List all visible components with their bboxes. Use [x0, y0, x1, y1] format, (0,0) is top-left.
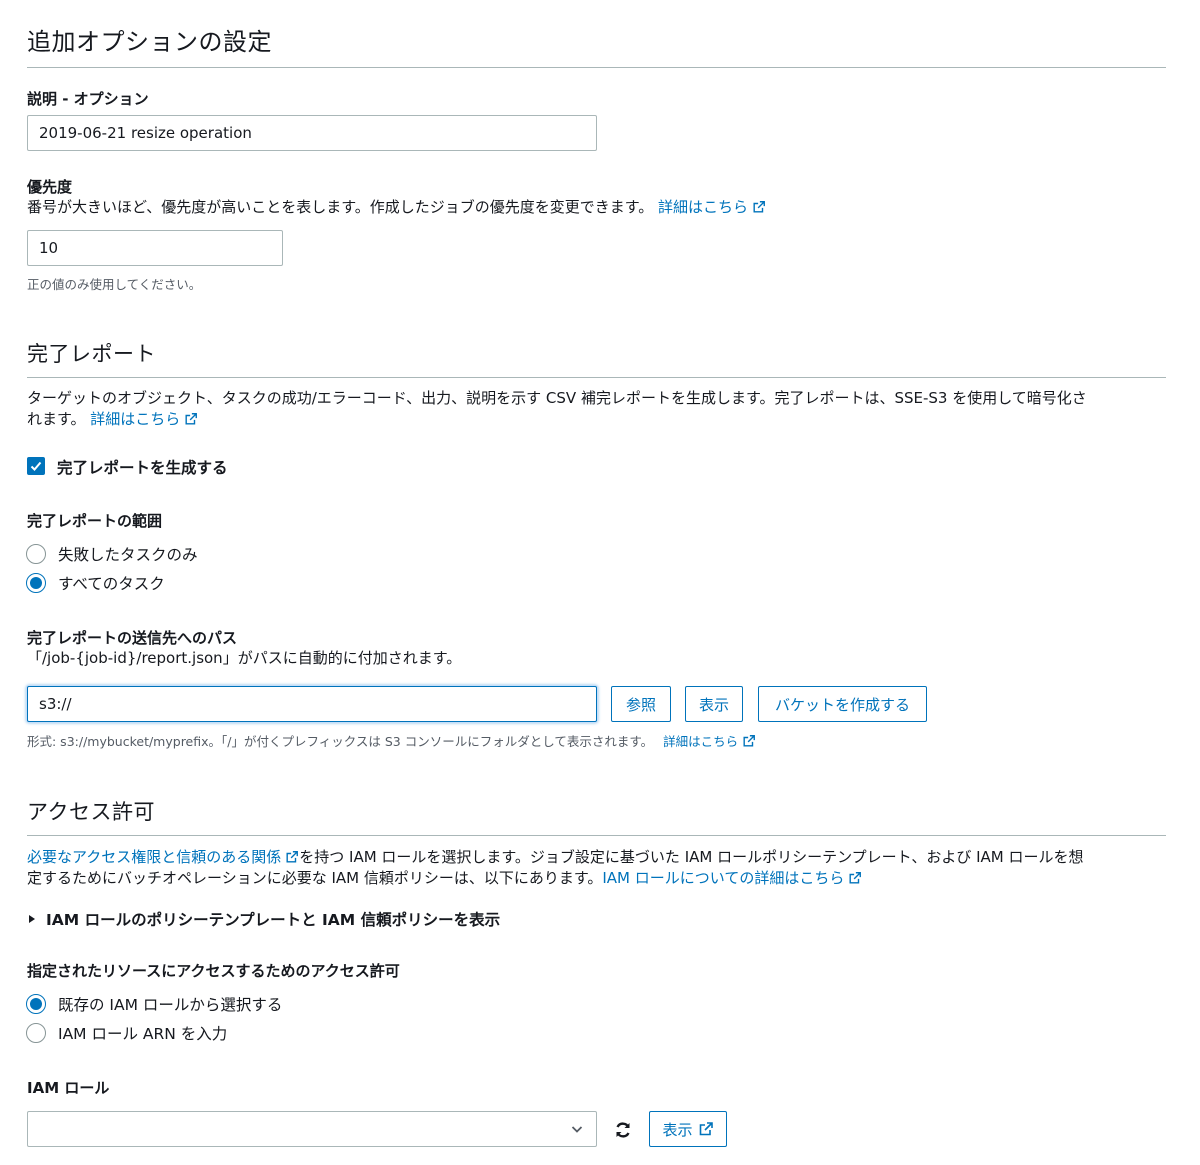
external-link-icon — [286, 851, 299, 863]
external-link-icon — [743, 735, 756, 747]
refresh-button[interactable] — [611, 1118, 635, 1142]
divider — [27, 377, 1166, 378]
chevron-down-icon — [571, 1126, 583, 1133]
policy-template-expander-label: IAM ロールのポリシーテンプレートと IAM 信頼ポリシーを表示 — [46, 911, 501, 929]
completion-report-desc-line1: ターゲットのオブジェクト、タスクの成功/エラーコード、出力、説明を示す CSV … — [27, 389, 1087, 407]
external-link-icon — [849, 872, 862, 884]
priority-learn-more-link[interactable]: 詳細はこちら — [658, 198, 766, 216]
iam-role-view-label: 表示 — [662, 1120, 693, 1139]
radio-existing-iam-role-label: 既存の IAM ロールから選択する — [58, 996, 283, 1014]
report-path-input[interactable]: s3:// — [27, 686, 597, 722]
priority-hint: 正の値のみ使用してください。 — [27, 277, 202, 292]
access-description: 必要なアクセス権限と信頼のある関係 を持つ IAM ロールを選択します。ジョブ設定… — [27, 847, 1167, 889]
report-path-value: s3:// — [39, 695, 72, 713]
priority-input[interactable]: 10 — [27, 230, 283, 266]
priority-value: 10 — [39, 239, 59, 257]
description-value: 2019-06-21 resize operation — [39, 124, 252, 142]
iam-role-view-button[interactable]: 表示 — [649, 1111, 727, 1147]
access-title: アクセス許可 — [27, 800, 155, 824]
refresh-icon — [616, 1122, 630, 1138]
priority-label: 優先度 — [27, 178, 73, 196]
radio-existing-iam-role[interactable] — [26, 994, 46, 1014]
radio-enter-iam-arn-label: IAM ロール ARN を入力 — [58, 1025, 228, 1043]
report-path-label: 完了レポートの送信先へのパス — [27, 629, 238, 647]
completion-report-desc-line2: れます。 — [27, 410, 86, 428]
radio-failed-tasks-only[interactable] — [26, 544, 46, 564]
view-button[interactable]: 表示 — [685, 686, 743, 722]
radio-enter-iam-arn[interactable] — [26, 1023, 46, 1043]
create-bucket-button[interactable]: バケットを作成する — [758, 686, 927, 722]
radio-all-tasks[interactable] — [26, 573, 46, 593]
access-rights-link[interactable]: 必要なアクセス権限と信頼のある関係 — [27, 848, 299, 866]
completion-report-description: ターゲットのオブジェクト、タスクの成功/エラーコード、出力、説明を示す CSV … — [27, 388, 1167, 430]
external-link-icon — [699, 1122, 713, 1136]
check-icon — [30, 461, 42, 471]
access-desc-part2: 定するためにバッチオペレーションに必要な IAM 信頼ポリシーは、以下にあります… — [27, 869, 603, 887]
iam-role-select[interactable] — [27, 1111, 597, 1147]
external-link-icon — [753, 201, 766, 213]
report-scope-label: 完了レポートの範囲 — [27, 512, 163, 530]
report-path-help: 「/job-{job-id}/report.json」がパスに自動的に付加されま… — [27, 649, 462, 667]
divider — [27, 67, 1166, 68]
resource-access-label: 指定されたリソースにアクセスするためのアクセス許可 — [27, 962, 400, 980]
page-title: 追加オプションの設定 — [27, 28, 272, 56]
generate-report-checkbox[interactable] — [27, 457, 45, 475]
generate-report-label: 完了レポートを生成する — [57, 459, 228, 477]
access-desc-part1: を持つ IAM ロールを選択します。ジョブ設定に基づいた IAM ロールポリシー… — [299, 848, 1084, 866]
completion-report-learn-more-link[interactable]: 詳細はこちら — [90, 410, 198, 428]
iam-role-learn-more-link[interactable]: IAM ロールについての詳細はこちら — [602, 869, 862, 887]
format-learn-more-link[interactable]: 詳細はこちら — [663, 734, 756, 749]
radio-failed-tasks-only-label: 失敗したタスクのみ — [58, 546, 198, 564]
completion-report-title: 完了レポート — [27, 342, 156, 366]
description-input[interactable]: 2019-06-21 resize operation — [27, 115, 597, 151]
caret-right-icon — [29, 915, 35, 923]
browse-button[interactable]: 参照 — [611, 686, 671, 722]
iam-role-label: IAM ロール — [27, 1079, 110, 1097]
divider — [27, 835, 1166, 836]
radio-all-tasks-label: すべてのタスク — [58, 575, 165, 593]
priority-help: 番号が大きいほど、優先度が高いことを表します。作成したジョブの優先度を変更できま… — [27, 197, 766, 218]
priority-help-text: 番号が大きいほど、優先度が高いことを表します。作成したジョブの優先度を変更できま… — [27, 198, 654, 216]
format-hint-text: 形式: s3://mybucket/myprefix。「/」が付くプレフィックス… — [27, 734, 654, 749]
description-label: 説明 - オプション — [27, 90, 149, 108]
external-link-icon — [185, 413, 198, 425]
policy-template-expander[interactable]: IAM ロールのポリシーテンプレートと IAM 信頼ポリシーを表示 — [27, 908, 500, 930]
report-path-format-hint: 形式: s3://mybucket/myprefix。「/」が付くプレフィックス… — [27, 731, 756, 750]
